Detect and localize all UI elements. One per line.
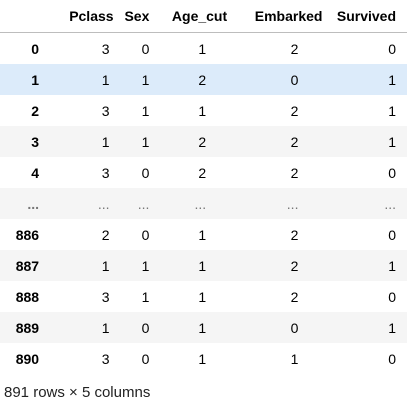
cell-age-cut: 1: [198, 226, 207, 243]
cell-sex: 0: [141, 226, 150, 243]
cell-pclass: 1: [101, 133, 110, 150]
cell-pclass: 3: [101, 288, 110, 305]
cell-pclass: 1: [101, 257, 110, 274]
ellipsis-row: ... ... ... ... ... ...: [0, 188, 407, 219]
column-header-age-cut: Age_cut: [152, 0, 234, 33]
row-index: 890: [15, 350, 40, 367]
dataframe-table: Pclass Sex Age_cut Embarked Survived 0 3…: [0, 0, 407, 374]
row-index: 3: [31, 133, 40, 150]
cell-age-cut: 2: [198, 71, 207, 88]
row-index: 888: [15, 288, 40, 305]
cell-pclass: ...: [97, 195, 110, 212]
table-row[interactable]: 3 1 1 2 2 1: [0, 126, 407, 157]
table-row-selected[interactable]: 1 1 1 2 0 1: [0, 64, 407, 95]
cell-age-cut: 1: [198, 288, 207, 305]
cell-embarked: 2: [290, 288, 299, 305]
cell-embarked: 2: [290, 257, 299, 274]
cell-embarked: 1: [290, 350, 299, 367]
cell-sex: 1: [141, 288, 150, 305]
cell-survived: ...: [384, 195, 396, 212]
dataframe-shape-caption: 891 rows × 5 columns: [4, 384, 151, 401]
cell-embarked: 0: [290, 71, 299, 88]
table-row[interactable]: 889 1 0 1 0 1: [0, 312, 407, 343]
cell-embarked: 2: [290, 40, 299, 57]
cell-sex: 1: [141, 102, 150, 119]
cell-age-cut: 1: [198, 350, 207, 367]
cell-survived: 0: [388, 164, 396, 181]
row-index: 886: [15, 226, 40, 243]
table-row[interactable]: 0 3 0 1 2 0: [0, 33, 407, 65]
cell-age-cut: 1: [198, 319, 207, 336]
cell-pclass: 1: [101, 319, 110, 336]
header-row: Pclass Sex Age_cut Embarked Survived: [0, 0, 407, 33]
cell-age-cut: 1: [198, 40, 207, 57]
cell-pclass: 3: [101, 102, 110, 119]
cell-age-cut: 1: [198, 102, 207, 119]
cell-pclass: 3: [101, 40, 110, 57]
cell-pclass: 1: [101, 71, 110, 88]
cell-embarked: 2: [290, 102, 299, 119]
cell-pclass: 3: [101, 164, 110, 181]
cell-sex: 1: [141, 71, 150, 88]
cell-survived: 0: [388, 350, 396, 367]
cell-age-cut: 1: [198, 257, 207, 274]
row-index: 887: [15, 257, 40, 274]
cell-pclass: 2: [101, 226, 110, 243]
cell-embarked: 2: [290, 133, 299, 150]
row-index: 0: [31, 40, 40, 57]
cell-embarked: 2: [290, 164, 299, 181]
cell-age-cut: 2: [198, 133, 207, 150]
cell-survived: 1: [388, 319, 396, 336]
cell-sex: 1: [141, 133, 150, 150]
cell-pclass: 3: [101, 350, 110, 367]
cell-embarked: 2: [290, 226, 299, 243]
table-row[interactable]: 888 3 1 1 2 0: [0, 281, 407, 312]
table-row[interactable]: 887 1 1 1 2 1: [0, 250, 407, 281]
cell-survived: 1: [388, 102, 396, 119]
cell-survived: 1: [388, 257, 396, 274]
row-index: 4: [31, 164, 40, 181]
cell-age-cut: 2: [198, 164, 207, 181]
row-index: 2: [31, 102, 40, 119]
row-index: 1: [31, 71, 40, 88]
table-header: Pclass Sex Age_cut Embarked Survived: [0, 0, 407, 33]
cell-survived: 0: [388, 40, 396, 57]
cell-survived: 1: [388, 133, 396, 150]
table-row[interactable]: 4 3 0 2 2 0: [0, 157, 407, 188]
cell-sex: 0: [141, 319, 150, 336]
cell-sex: 0: [141, 164, 150, 181]
table-row[interactable]: 890 3 0 1 1 0: [0, 343, 407, 374]
cell-embarked: 0: [290, 319, 299, 336]
column-header-embarked: Embarked: [233, 0, 329, 33]
dataframe-output: Pclass Sex Age_cut Embarked Survived 0 3…: [0, 0, 407, 407]
table-body: 0 3 0 1 2 0 1 1 1 2 0 1 2 3 1 1 2 1 3 1 …: [0, 33, 407, 375]
cell-survived: 0: [388, 226, 396, 243]
cell-survived: 0: [388, 288, 396, 305]
table-row[interactable]: 2 3 1 1 2 1: [0, 95, 407, 126]
cell-sex: 0: [141, 40, 150, 57]
cell-sex: 0: [141, 350, 150, 367]
table-row[interactable]: 886 2 0 1 2 0: [0, 219, 407, 250]
cell-sex: 1: [141, 257, 150, 274]
row-index: 889: [15, 319, 40, 336]
column-header-survived: Survived: [328, 0, 407, 33]
cell-embarked: ...: [286, 195, 299, 212]
cell-age-cut: ...: [194, 195, 207, 212]
column-header-sex: Sex: [115, 0, 153, 33]
cell-sex: ...: [137, 195, 150, 212]
cell-survived: 1: [388, 71, 396, 88]
index-header: [0, 0, 53, 33]
row-index: ...: [27, 195, 40, 212]
column-header-pclass: Pclass: [52, 0, 116, 33]
